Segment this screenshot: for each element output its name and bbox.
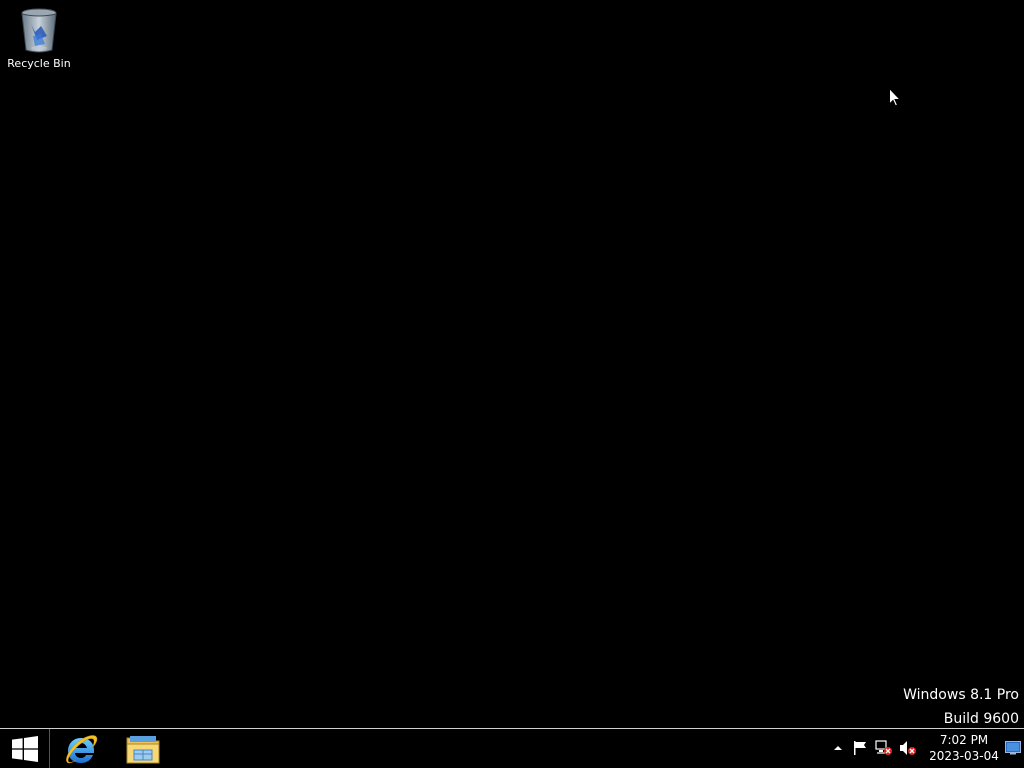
recycle-bin-icon xyxy=(21,8,57,53)
windows-version-watermark: Windows 8.1 Pro Build 9600 xyxy=(903,683,1019,731)
internet-explorer-icon xyxy=(66,734,98,763)
taskbar-clock[interactable]: 7:02 PM 2023-03-04 xyxy=(928,732,1000,764)
volume-muted-icon[interactable] xyxy=(899,739,917,757)
watermark-edition: Windows 8.1 Pro xyxy=(903,687,1019,703)
network-disconnected-icon[interactable] xyxy=(875,739,893,757)
taskbar-file-explorer[interactable] xyxy=(113,729,173,768)
taskbar-internet-explorer[interactable] xyxy=(51,729,111,768)
clock-time: 7:02 PM xyxy=(939,733,989,747)
file-explorer-icon xyxy=(126,735,160,763)
recycle-bin-label: Recycle Bin xyxy=(7,57,71,70)
clock-date: 2023-03-04 xyxy=(929,749,999,763)
show-hidden-icons-arrow[interactable] xyxy=(829,739,847,757)
desktop-icon-recycle-bin[interactable]: Recycle Bin xyxy=(4,6,74,76)
mouse-pointer-icon xyxy=(889,87,902,111)
show-desktop-button[interactable] xyxy=(1004,739,1022,757)
action-center-flag-icon[interactable] xyxy=(851,739,869,757)
desktop-background[interactable]: Recycle Bin Windows 8.1 Pro Build 9600 xyxy=(0,0,1024,728)
start-button[interactable] xyxy=(0,729,50,768)
taskbar: 7:02 PM 2023-03-04 xyxy=(0,728,1024,768)
chevron-up-icon xyxy=(834,746,842,750)
show-desktop-icon xyxy=(1005,741,1021,755)
windows-logo-icon xyxy=(11,735,38,762)
